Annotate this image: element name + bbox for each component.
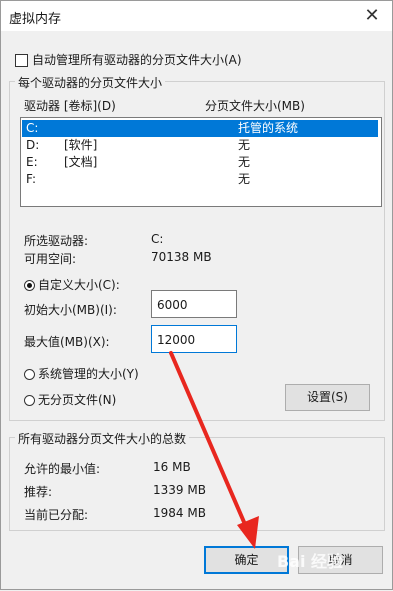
arrow-head	[237, 516, 259, 549]
virtual-memory-dialog: 虚拟内存 ✕ 自动管理所有驱动器的分页文件大小(A) 每个驱动器的分页文件大小 …	[0, 0, 393, 590]
arrow-shaft	[169, 351, 249, 531]
red-arrow-annotation	[169, 351, 259, 549]
